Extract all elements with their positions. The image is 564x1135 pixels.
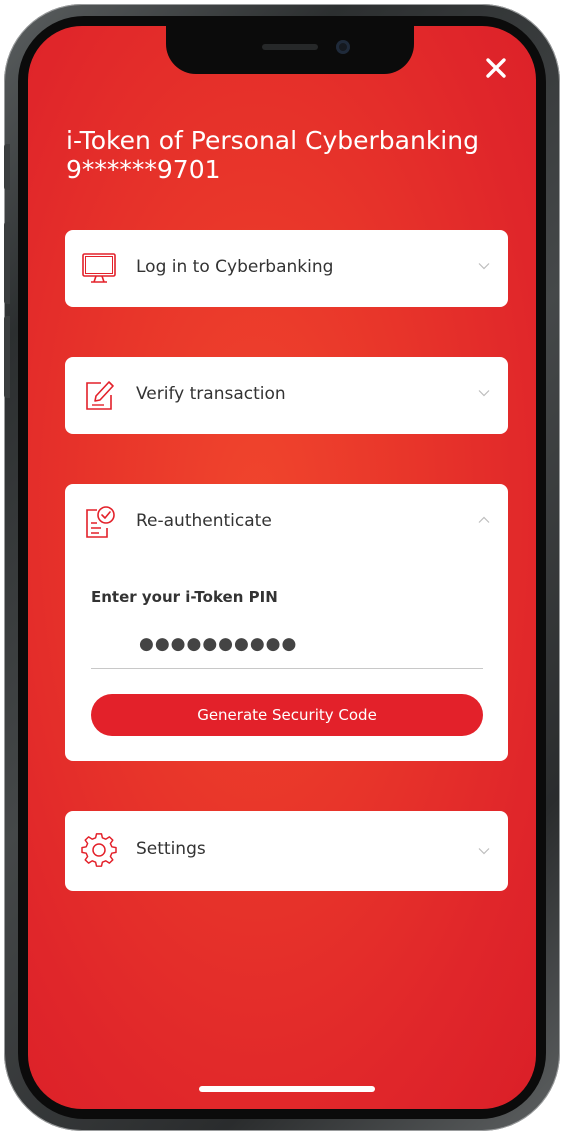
close-icon bbox=[486, 58, 506, 78]
document-check-icon bbox=[86, 506, 115, 538]
edit-document-icon bbox=[86, 381, 114, 410]
volume-down-button bbox=[4, 316, 10, 398]
section-reauth: Re-authenticate Enter your i-Token PIN ●… bbox=[65, 484, 508, 761]
section-settings-label: Settings bbox=[136, 839, 206, 859]
section-verify: Verify transaction bbox=[65, 357, 508, 434]
chevron-down-icon bbox=[478, 390, 490, 397]
generate-security-code-button[interactable]: Generate Security Code bbox=[91, 694, 483, 736]
section-verify-header[interactable]: Verify transaction bbox=[65, 357, 508, 433]
volume-up-button bbox=[4, 222, 10, 304]
account-number: 9******9701 bbox=[66, 155, 221, 184]
pin-value: ●●●●●●●●●● bbox=[139, 634, 298, 654]
page-title: i-Token of Personal Cyberbanking 9******… bbox=[66, 126, 479, 184]
section-login-label: Log in to Cyberbanking bbox=[136, 257, 334, 277]
pin-input[interactable]: ●●●●●●●●●● bbox=[91, 622, 483, 669]
gear-icon bbox=[81, 833, 117, 867]
chevron-up-icon bbox=[478, 516, 490, 523]
home-indicator[interactable] bbox=[199, 1086, 375, 1092]
speaker bbox=[262, 44, 318, 50]
chevron-down-icon bbox=[478, 263, 490, 270]
page-title-line1: i-Token of Personal Cyberbanking bbox=[66, 126, 479, 155]
app-screen: i-Token of Personal Cyberbanking 9******… bbox=[28, 26, 536, 1109]
section-login: Log in to Cyberbanking bbox=[65, 230, 508, 307]
chevron-down-icon bbox=[478, 848, 490, 855]
close-button[interactable] bbox=[482, 54, 510, 82]
notch bbox=[166, 26, 414, 74]
section-settings: Settings bbox=[65, 811, 508, 891]
section-login-header[interactable]: Log in to Cyberbanking bbox=[65, 230, 508, 306]
section-reauth-header[interactable]: Re-authenticate bbox=[65, 484, 508, 560]
section-reauth-label: Re-authenticate bbox=[136, 511, 272, 531]
pin-label: Enter your i-Token PIN bbox=[91, 588, 278, 606]
mute-switch bbox=[4, 144, 10, 190]
section-verify-label: Verify transaction bbox=[136, 384, 286, 404]
monitor-icon bbox=[82, 253, 116, 283]
section-settings-header[interactable]: Settings bbox=[65, 811, 508, 891]
front-camera bbox=[336, 40, 350, 54]
